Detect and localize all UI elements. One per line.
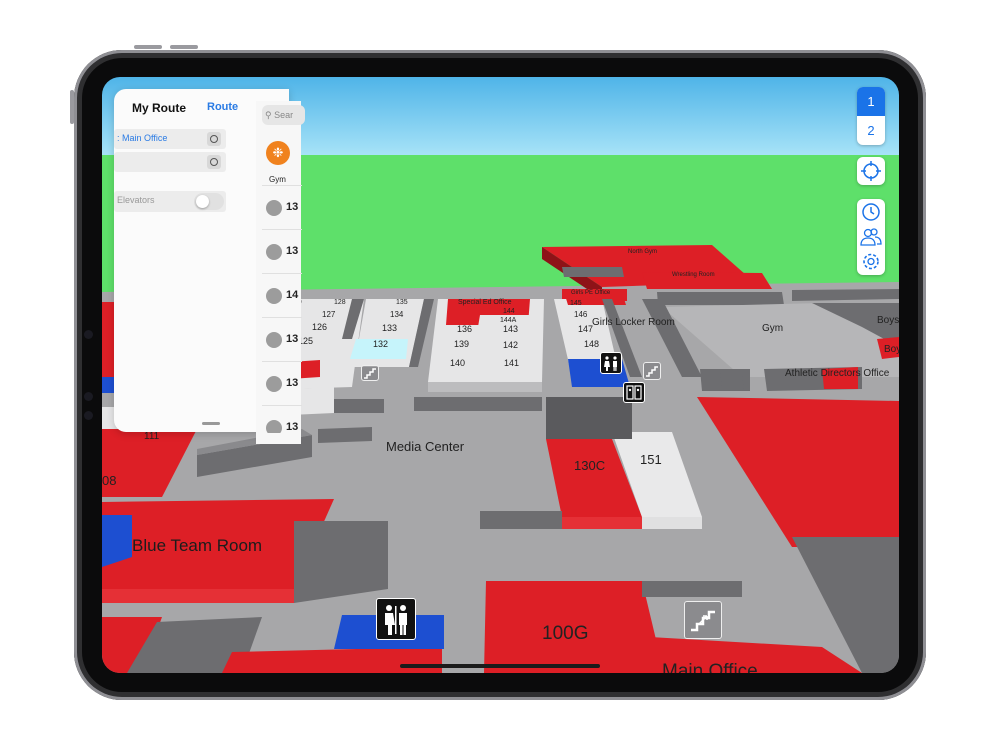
result-gym-label: Gym: [269, 175, 286, 184]
panel-drag-handle[interactable]: [202, 422, 220, 425]
floor-1-button[interactable]: 1: [857, 87, 885, 116]
restroom-icon[interactable]: [376, 598, 416, 640]
result-dot-icon: [266, 288, 282, 304]
list-item[interactable]: 13: [262, 361, 302, 406]
search-input[interactable]: ⚲ Sear: [262, 105, 305, 125]
label-136: 136: [457, 324, 473, 334]
result-dot-icon: [266, 244, 282, 260]
locate-button[interactable]: [857, 157, 885, 185]
label-wrestling-room: Wrestling Room: [672, 272, 715, 278]
restroom-small-icon[interactable]: [600, 352, 622, 374]
elevator-icon[interactable]: [623, 382, 645, 403]
list-item-label: 13: [286, 333, 299, 345]
floor-selector: 1 2: [857, 87, 885, 145]
stairs-small-icon-2[interactable]: [361, 365, 379, 381]
result-dot-icon: [266, 200, 282, 216]
search-icon: ⚲: [265, 110, 272, 120]
label-main-office: Main Office: [662, 661, 758, 673]
label-boy: Boy: [884, 344, 899, 355]
label-151: 151: [640, 452, 662, 467]
basketball-icon[interactable]: ❉: [266, 141, 290, 165]
locate-to-icon[interactable]: [207, 155, 221, 169]
label-144: 144: [503, 308, 515, 315]
label-girls-pe-office: Girls PE Office: [571, 290, 611, 296]
label-143: 143: [503, 324, 519, 334]
label-girls-locker-room: Girls Locker Room: [592, 317, 675, 328]
route-panel: My Route Route : Main Office Elevators ⚲…: [114, 89, 305, 444]
search-placeholder: Sear: [274, 110, 294, 120]
route-from-field[interactable]: : Main Office: [114, 129, 226, 149]
label-135: 135: [396, 299, 408, 306]
list-item-label: 14: [286, 289, 299, 301]
settings-icon[interactable]: [857, 249, 885, 274]
list-item[interactable]: 14: [262, 273, 302, 318]
elevators-row: Elevators: [114, 191, 226, 212]
label-146: 146: [574, 310, 588, 319]
list-item[interactable]: 13: [262, 229, 302, 274]
locate-from-icon[interactable]: [207, 132, 221, 146]
elevators-toggle[interactable]: [194, 193, 224, 210]
elevators-label: Elevators: [117, 195, 155, 205]
label-north-gym: North Gym: [628, 249, 658, 255]
route-link[interactable]: Route: [207, 101, 238, 113]
clock-icon[interactable]: [857, 199, 885, 224]
stairs-small-icon[interactable]: [643, 362, 661, 380]
route-panel-title: My Route: [132, 101, 186, 115]
list-item-label: 13: [286, 245, 299, 257]
list-item[interactable]: 13: [262, 405, 302, 433]
label-100g: 100G: [542, 623, 589, 644]
label-126: 126: [312, 322, 328, 332]
label-128: 128: [334, 299, 346, 306]
label-111: 111: [144, 431, 160, 442]
label-141: 141: [504, 358, 520, 368]
label-139: 139: [454, 339, 470, 349]
power-button: [70, 90, 74, 124]
list-item-label: 13: [286, 377, 299, 389]
route-from-value: : Main Office: [117, 133, 168, 143]
locate-icon: [861, 161, 881, 181]
label-130c: 130C: [574, 458, 606, 473]
sensor-dot: [84, 392, 93, 401]
label-blue-team-room: Blue Team Room: [132, 536, 263, 555]
result-dot-icon: [266, 420, 282, 433]
label-athletic-directors-office: Athletic Directors Office: [785, 368, 890, 379]
result-dot-icon: [266, 376, 282, 392]
label-145: 145: [570, 300, 582, 307]
label-134: 134: [390, 310, 404, 319]
label-140: 140: [450, 358, 466, 368]
label-boys: Boys: [877, 315, 899, 326]
list-item[interactable]: 13: [262, 317, 302, 362]
stairs-icon[interactable]: [684, 601, 722, 639]
label-144a: 144A: [500, 317, 517, 324]
label-gym: Gym: [762, 323, 784, 334]
label-133: 133: [382, 323, 398, 333]
volume-down-button: [170, 45, 198, 49]
result-dot-icon: [266, 332, 282, 348]
label-132: 132: [373, 339, 389, 349]
label-148: 148: [584, 339, 600, 349]
label-special-ed-office: Special Ed Office: [458, 299, 512, 306]
route-to-field[interactable]: [114, 152, 226, 172]
label-142: 142: [503, 340, 519, 350]
people-icon[interactable]: [857, 224, 885, 249]
label-147: 147: [578, 324, 594, 334]
list-item-label: 13: [286, 201, 299, 213]
front-camera: [84, 330, 93, 339]
volume-up-button: [134, 45, 162, 49]
sensor-dot-2: [84, 411, 93, 420]
label-media-center: Media Center: [386, 439, 465, 454]
tools-group: [857, 199, 885, 275]
list-item[interactable]: 13: [262, 185, 302, 230]
list-item-label: 13: [286, 421, 299, 433]
label-08: 08: [102, 473, 117, 488]
label-127: 127: [322, 310, 336, 319]
floor-2-button[interactable]: 2: [857, 116, 885, 145]
home-indicator[interactable]: [400, 664, 600, 668]
app-screen: Media Center Blue Team Room 100G 130C 15…: [102, 77, 899, 673]
